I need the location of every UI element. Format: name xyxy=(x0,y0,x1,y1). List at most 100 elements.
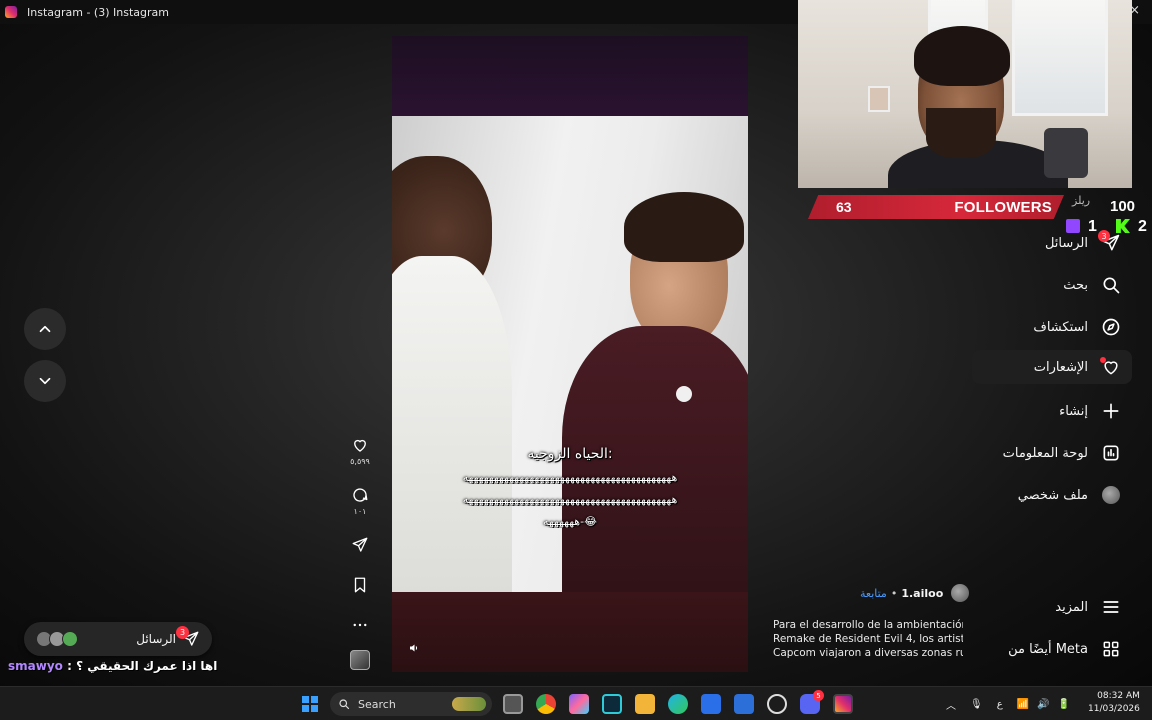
mail-icon[interactable] xyxy=(701,694,721,714)
notification-dot xyxy=(1100,357,1106,363)
chevron-up-icon[interactable]: ︿ xyxy=(946,697,956,712)
followers-count: 63 xyxy=(836,199,852,215)
microphone-icon[interactable]: 🎙 xyxy=(970,699,983,710)
webcam-window xyxy=(1012,0,1108,116)
like-button[interactable]: ٥,٥٩٩ xyxy=(350,436,370,466)
messages-pill[interactable]: الرسائل 3 xyxy=(24,622,212,656)
search-placeholder: Search xyxy=(358,697,396,711)
file-explorer-icon[interactable] xyxy=(635,694,655,714)
messages-pill-label: الرسائل xyxy=(136,632,176,646)
next-reel-button[interactable] xyxy=(24,360,66,402)
dev-tool-icon[interactable] xyxy=(602,694,622,714)
discord-icon[interactable]: 5 xyxy=(800,690,824,714)
bookmark-icon xyxy=(354,577,366,593)
store-icon[interactable] xyxy=(734,694,754,714)
save-button[interactable] xyxy=(351,576,369,594)
webcam-chair xyxy=(1044,128,1088,178)
profile-avatar xyxy=(1100,484,1122,506)
menu-icon xyxy=(1100,596,1122,618)
twitch-viewer-count: 1 xyxy=(1088,218,1097,235)
video-person-right-hair xyxy=(624,192,744,262)
author-avatar[interactable] xyxy=(951,584,970,602)
taskbar-clock[interactable]: 08:32 AM 11/03/2026 xyxy=(1088,690,1140,716)
video-caption-line: هههههههههههههههههههههههههههههههههههههههه… xyxy=(462,493,678,506)
chat-text: اها اذا عمرك الحقيقي ؟ xyxy=(76,659,218,673)
settings-icon[interactable] xyxy=(767,694,787,714)
search-icon xyxy=(1100,274,1122,296)
stream-chat-message: smawyo : اها اذا عمرك الحقيقي ؟ xyxy=(8,659,217,673)
discord-badge: 5 xyxy=(813,690,824,701)
video-person-left-body xyxy=(392,256,512,592)
followers-goal-bar: 63 FOLLOWERS xyxy=(808,195,1064,219)
battery-icon[interactable]: 🔋 xyxy=(1058,699,1070,710)
sidebar-item-label: إنشاء xyxy=(1059,403,1088,419)
wifi-icon[interactable]: 📶 xyxy=(1017,699,1029,710)
description-line: Remake de Resident Evil 4, los artistas xyxy=(773,633,963,645)
comment-icon xyxy=(353,488,368,502)
reel-description[interactable]: Para el desarrollo de la ambientación d … xyxy=(773,618,963,660)
video-lapel-mic xyxy=(676,386,692,402)
sidebar-item-label: أيضًا من Meta xyxy=(1008,641,1088,657)
webcam-frame-decor xyxy=(868,86,890,112)
comment-count: ١٠١ xyxy=(353,507,367,516)
sidebar-item-create[interactable]: إنشاء xyxy=(972,394,1132,428)
windows-start-button[interactable] xyxy=(300,694,320,714)
window-title: Instagram - (3) Instagram xyxy=(27,5,169,19)
sidebar-item-label: الرسائل xyxy=(1044,235,1088,251)
clock-date: 11/03/2026 xyxy=(1088,704,1140,714)
more-options-button[interactable] xyxy=(351,616,369,634)
sidebar-item-dashboard[interactable]: لوحة المعلومات xyxy=(972,436,1132,470)
follow-button[interactable]: متابعة xyxy=(860,587,887,600)
messages-badge: 3 xyxy=(1098,230,1110,242)
author-username[interactable]: 1.ailoo xyxy=(901,587,943,600)
chat-separator: : xyxy=(62,659,77,673)
reel-video[interactable]: الحياه الزوجيه: هههههههههههههههههههههههه… xyxy=(392,36,748,672)
description-line: Para el desarrollo de la ambientación d xyxy=(773,619,963,631)
sidebar-item-notifications[interactable]: الإشعارات xyxy=(972,350,1132,384)
edge-icon[interactable] xyxy=(668,694,688,714)
taskbar-search[interactable]: Search xyxy=(330,692,492,716)
heart-icon xyxy=(1100,356,1122,378)
sidebar-item-profile[interactable]: ملف شخصي xyxy=(972,478,1132,512)
video-caption-line: ههههههه-😂 xyxy=(543,515,597,528)
instagram-app-icon xyxy=(5,6,17,18)
copilot-icon[interactable] xyxy=(569,694,589,714)
reels-label: ريلز xyxy=(1072,194,1091,207)
share-button[interactable] xyxy=(351,536,369,554)
sidebar-item-label: المزيد xyxy=(1055,599,1088,615)
compass-icon xyxy=(1100,316,1122,338)
task-view-icon[interactable] xyxy=(503,694,523,714)
chrome-icon[interactable] xyxy=(536,694,556,714)
audio-thumbnail[interactable] xyxy=(350,650,370,670)
sidebar-item-more[interactable]: المزيد xyxy=(972,590,1132,624)
sidebar-item-label: بحث xyxy=(1063,277,1088,293)
language-indicator[interactable]: ع xyxy=(997,699,1003,710)
kick-viewer-count: 2 xyxy=(1138,218,1147,235)
sidebar-item-label: لوحة المعلومات xyxy=(1002,445,1088,461)
volume-icon[interactable]: 🔊 xyxy=(1037,699,1049,710)
send-icon xyxy=(352,537,368,552)
sidebar-item-also-from-meta[interactable]: أيضًا من Meta xyxy=(972,632,1132,666)
author-separator: • xyxy=(890,586,898,600)
video-letterbox-bottom xyxy=(392,592,748,672)
reel-actions: ٥,٥٩٩ ١٠١ xyxy=(340,436,380,634)
reel-author-row: متابعة • 1.ailoo xyxy=(860,584,970,602)
previous-reel-button[interactable] xyxy=(24,308,66,350)
heart-icon xyxy=(354,439,366,452)
webcam-person-beard xyxy=(926,108,996,158)
chevron-down-icon xyxy=(39,377,51,385)
search-icon xyxy=(339,699,350,710)
followers-label: FOLLOWERS xyxy=(954,198,1052,216)
sidebar-item-explore[interactable]: استكشاف xyxy=(972,310,1132,344)
speaker-icon[interactable] xyxy=(408,642,420,654)
grid-icon xyxy=(1100,638,1122,660)
dashboard-icon xyxy=(1100,442,1122,464)
more-horizontal-icon xyxy=(353,623,367,627)
instagram-taskbar-icon[interactable] xyxy=(833,694,853,714)
comment-button[interactable]: ١٠١ xyxy=(351,486,369,516)
description-line: Capcom viajaron a diversas zonas rura xyxy=(773,647,963,659)
sidebar-item-label: ملف شخصي xyxy=(1017,487,1088,503)
sidebar-item-search[interactable]: بحث xyxy=(972,268,1132,302)
video-caption-line: هههههههههههههههههههههههههههههههههههههههه… xyxy=(462,471,678,484)
plus-icon xyxy=(1100,400,1122,422)
